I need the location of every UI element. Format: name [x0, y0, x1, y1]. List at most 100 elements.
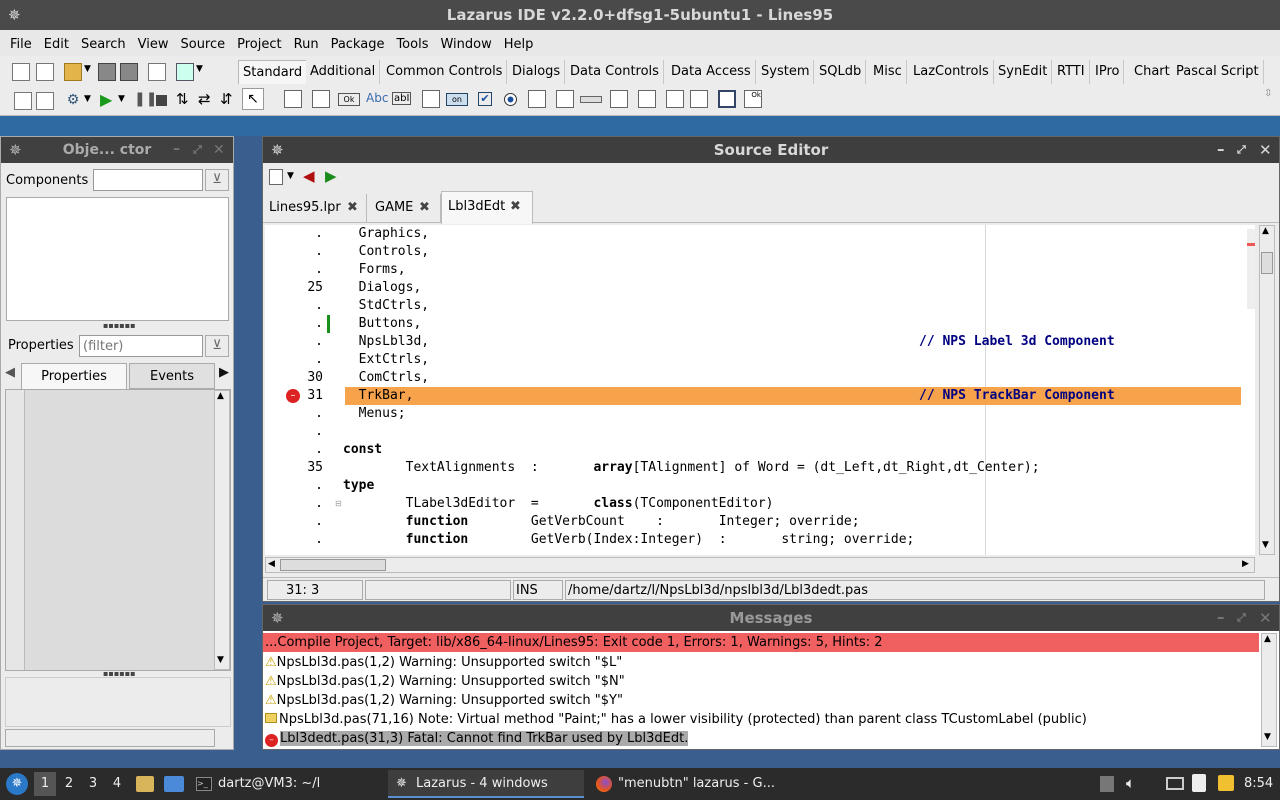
menu-project[interactable]: Project [231, 34, 287, 56]
tbutton-icon[interactable]: Ok [338, 93, 360, 106]
tabs-right-arrow-icon[interactable]: ▶ [219, 365, 229, 380]
menu-view[interactable]: View [132, 34, 175, 56]
menu-edit[interactable]: Edit [38, 34, 75, 56]
filter-clear-icon[interactable]: ⊻ [205, 169, 229, 191]
close-tab-icon[interactable]: ✖ [510, 192, 521, 222]
messages-scrollbar[interactable]: ▲ ▼ [1261, 633, 1277, 747]
tab-rtti[interactable]: RTTI [1053, 60, 1090, 84]
maximize-icon[interactable]: ⤢ [1237, 605, 1246, 631]
tcheckbox-icon[interactable]: ✔ [478, 92, 492, 106]
build-icon[interactable]: ⚙ [64, 92, 82, 110]
pause-icon[interactable]: ❚❚ [134, 91, 157, 107]
error-ruler-mark[interactable] [1247, 243, 1255, 246]
forward-arrow-icon[interactable]: ▶ [325, 167, 337, 185]
display-icon[interactable] [1166, 777, 1184, 790]
message-fatal[interactable]: – Lbl3dedt.pas(31,3) Fatal: Cannot find T… [263, 729, 1259, 748]
new-unit-icon[interactable] [12, 63, 30, 81]
menu-source[interactable]: Source [174, 34, 231, 56]
tcheckgroup-icon[interactable] [666, 90, 684, 108]
close-tab-icon[interactable]: ✖ [347, 194, 358, 222]
tab-data-access[interactable]: Data Access [667, 60, 756, 84]
maximize-icon[interactable]: ⤢ [193, 137, 202, 163]
minimize-icon[interactable]: – [1217, 604, 1225, 630]
editor-app-icon[interactable]: ✵ [271, 137, 284, 163]
tab-additional[interactable]: Additional [306, 60, 381, 84]
selection-pointer-icon[interactable]: ↖ [242, 88, 264, 110]
tab-lazcontrols[interactable]: LazControls [909, 60, 994, 84]
stop-icon[interactable] [156, 95, 167, 106]
open-dropdown-icon[interactable]: ▼ [84, 64, 91, 74]
tab-dialogs[interactable]: Dialogs [508, 60, 566, 84]
new-form-icon[interactable] [36, 63, 54, 81]
minimize-icon[interactable]: – [173, 136, 180, 162]
menu-tools[interactable]: Tools [390, 34, 434, 56]
tab-game[interactable]: GAME ✖ [369, 194, 441, 222]
code-line[interactable]: Controls, [343, 243, 429, 261]
scroll-down-icon[interactable]: ▼ [1262, 540, 1269, 550]
tlabel-icon[interactable]: Abc [366, 91, 388, 105]
tradiogroup-icon[interactable] [638, 90, 656, 108]
show-desktop-icon[interactable] [164, 776, 184, 792]
code-line[interactable]: function GetVerbCount : Integer; overrid… [343, 513, 860, 531]
inspector-app-icon[interactable]: ✵ [9, 137, 22, 163]
properties-filter-clear-icon[interactable]: ⊻ [205, 335, 229, 357]
code-line[interactable]: TLabel3dEditor = class(TComponentEditor) [343, 495, 774, 513]
workspace-3[interactable]: 3 [82, 772, 104, 796]
fold-marker-icon[interactable]: ⊟ [335, 499, 342, 508]
code-line[interactable]: Forms, [343, 261, 406, 279]
code-line[interactable]: Menus; [343, 405, 406, 423]
build-dropdown-icon[interactable]: ▼ [84, 94, 91, 104]
code-line[interactable]: ExtCtrls, [343, 351, 429, 369]
tab-properties[interactable]: Properties [21, 363, 127, 389]
code-line[interactable]: type [343, 477, 374, 495]
components-tree[interactable] [6, 197, 229, 321]
start-menu-icon[interactable]: ✵ [6, 773, 28, 795]
components-filter-input[interactable] [93, 169, 203, 191]
message-warning[interactable]: ⚠NpsLbl3d.pas(1,2) Warning: Unsupported … [263, 672, 1259, 691]
new-window-icon[interactable] [36, 92, 54, 110]
code-line[interactable]: TrkBar, [343, 387, 414, 405]
menu-help[interactable]: Help [498, 34, 540, 56]
tab-pascal-script[interactable]: Pascal Script [1172, 60, 1264, 84]
run-dropdown-icon[interactable]: ▼ [118, 94, 125, 104]
palette-scroll-icon[interactable]: ⇳ [1264, 88, 1272, 99]
h-scroll-thumb[interactable] [280, 559, 386, 571]
tray-upload-icon[interactable] [1100, 776, 1114, 792]
editor-horizontal-scrollbar[interactable]: ◀ ▶ [265, 557, 1255, 573]
tscrollbar-icon[interactable] [580, 96, 602, 103]
back-arrow-icon[interactable]: ◀ [303, 167, 315, 185]
file-manager-icon[interactable] [136, 776, 154, 792]
scroll-thumb[interactable] [1261, 252, 1273, 274]
tmemo-icon[interactable] [422, 90, 440, 108]
menu-file[interactable]: File [4, 34, 38, 56]
tframe-icon[interactable] [718, 90, 736, 108]
close-icon[interactable]: ✕ [1259, 137, 1272, 163]
tactionlist-icon[interactable]: Ok [744, 90, 762, 108]
messages-app-icon[interactable]: ✵ [271, 605, 284, 631]
scroll-up-icon[interactable]: ▲ [217, 391, 224, 401]
message-warning[interactable]: ⚠NpsLbl3d.pas(1,2) Warning: Unsupported … [263, 653, 1259, 672]
tradiobutton-icon[interactable] [504, 93, 517, 106]
scroll-left-icon[interactable]: ◀ [268, 559, 275, 569]
step-out-icon[interactable]: ⇵ [220, 90, 233, 108]
clipboard-icon[interactable] [1192, 774, 1206, 792]
property-grid[interactable]: ▲ ▼ [5, 389, 231, 671]
tab-lines95[interactable]: Lines95.lpr ✖ [265, 194, 367, 222]
code-line[interactable]: StdCtrls, [343, 297, 429, 315]
workspace-1[interactable]: 1 [34, 772, 56, 796]
close-icon[interactable]: ✕ [1259, 605, 1272, 631]
minimize-icon[interactable]: – [1217, 136, 1225, 162]
jump-dropdown-icon[interactable]: ▼ [287, 171, 294, 181]
menu-run[interactable]: Run [288, 34, 325, 56]
open-icon[interactable] [64, 63, 82, 81]
code-line[interactable]: TextAlignments : array[TAlignment] of Wo… [343, 459, 1040, 477]
taskbar-firefox[interactable]: "menubtn" lazarus - G... [590, 770, 790, 798]
tgroupbox-icon[interactable] [610, 90, 628, 108]
compile-summary[interactable]: ...Compile Project, Target: lib/x86_64-l… [263, 633, 1259, 652]
code-line[interactable]: Graphics, [343, 225, 429, 243]
jump-list-icon[interactable] [269, 169, 283, 185]
main-menu-icon[interactable] [284, 90, 302, 108]
message-warning[interactable]: ⚠NpsLbl3d.pas(1,2) Warning: Unsupported … [263, 691, 1259, 710]
properties-filter-input[interactable] [79, 335, 203, 357]
code-line[interactable]: NpsLbl3d, [343, 333, 429, 351]
